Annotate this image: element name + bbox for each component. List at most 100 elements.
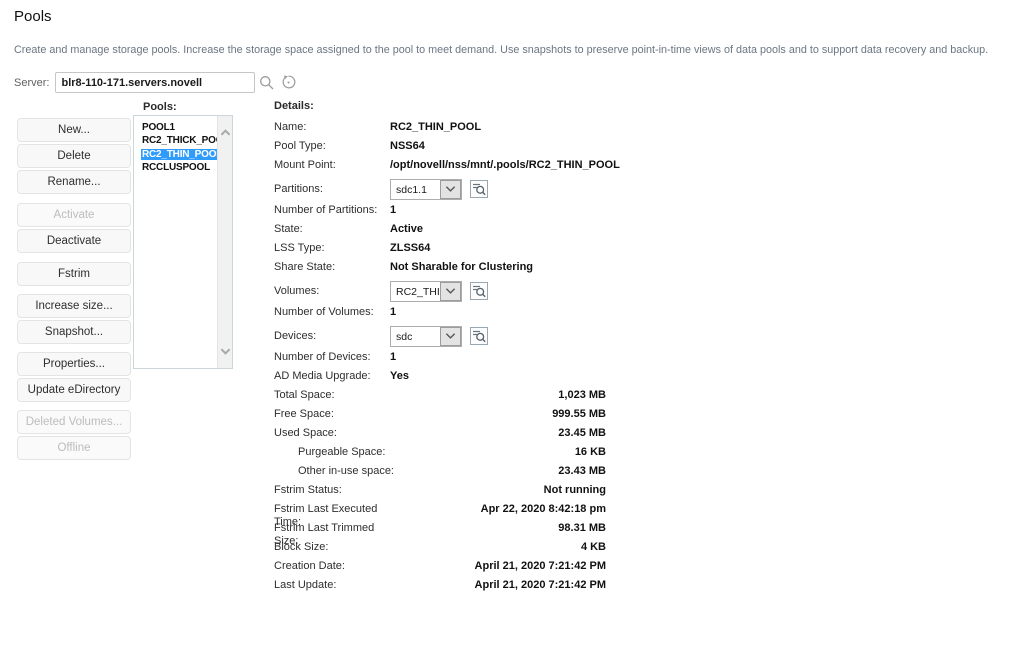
detail-value: 1 bbox=[390, 306, 396, 319]
detail-row-number-of-devices: Number of Devices:1 bbox=[274, 349, 606, 368]
detail-value: ZLSS64 bbox=[390, 242, 430, 255]
volumes-select[interactable]: RC2_THI bbox=[390, 281, 462, 302]
detail-row-partitions: Partitions:sdc1.1 bbox=[274, 176, 606, 202]
detail-row-share-state: Share State:Not Sharable for Clustering bbox=[274, 259, 606, 278]
partitions-selected-value: sdc1.1 bbox=[391, 180, 440, 199]
volumes-control: RC2_THI bbox=[390, 281, 488, 302]
detail-label: Share State: bbox=[274, 261, 390, 274]
detail-row-free-space: Free Space:999.55 MB bbox=[274, 406, 606, 425]
detail-row-purgeable-space: Purgeable Space:16 KB bbox=[274, 444, 606, 463]
detail-label: State: bbox=[274, 223, 390, 236]
server-label: Server: bbox=[14, 77, 49, 89]
detail-value: 98.31 MB bbox=[390, 522, 606, 535]
details-header: Details: bbox=[274, 100, 606, 119]
detail-value: NSS64 bbox=[390, 140, 425, 153]
devices-select[interactable]: sdc bbox=[390, 326, 462, 347]
pool-list-item-rc2-thin-pool[interactable]: RC2_THIN_POOL bbox=[141, 147, 217, 160]
details-rows: Name:RC2_THIN_POOLPool Type:NSS64Mount P… bbox=[274, 119, 606, 596]
partitions-browse-button[interactable] bbox=[470, 180, 488, 198]
action-button-delete[interactable]: Delete bbox=[17, 144, 131, 168]
detail-value: RC2_THIN_POOL bbox=[390, 121, 481, 134]
detail-value: April 21, 2020 7:21:42 PM bbox=[390, 579, 606, 592]
detail-row-mount-point: Mount Point:/opt/novell/nss/mnt/.pools/R… bbox=[274, 157, 606, 176]
pool-list-item-pool1[interactable]: POOL1 bbox=[141, 120, 217, 133]
detail-value: 16 KB bbox=[414, 446, 606, 459]
chevron-down-icon[interactable] bbox=[440, 282, 461, 301]
action-button-rename[interactable]: Rename... bbox=[17, 170, 131, 194]
details-panel: Details: Name:RC2_THIN_POOLPool Type:NSS… bbox=[274, 100, 606, 596]
detail-value: Active bbox=[390, 223, 423, 236]
detail-label: Devices: bbox=[274, 330, 390, 343]
devices-selected-value: sdc bbox=[391, 327, 440, 346]
volumes-browse-button[interactable] bbox=[470, 282, 488, 300]
detail-label: Purgeable Space: bbox=[274, 446, 414, 459]
detail-row-fstrim-last-trimmed-size: Fstrim Last Trimmed Size:98.31 MB bbox=[274, 520, 606, 539]
detail-label: Pool Type: bbox=[274, 140, 390, 153]
action-button-update-edirectory[interactable]: Update eDirectory bbox=[17, 378, 131, 402]
action-button-fstrim[interactable]: Fstrim bbox=[17, 262, 131, 286]
scroll-up-icon[interactable] bbox=[218, 126, 233, 140]
detail-label: Partitions: bbox=[274, 183, 390, 196]
server-row: Server: bbox=[14, 72, 297, 93]
action-button-deleted-volumes: Deleted Volumes... bbox=[17, 410, 131, 434]
detail-value: Not Sharable for Clustering bbox=[390, 261, 533, 274]
detail-value: Apr 22, 2020 8:42:18 pm bbox=[390, 503, 606, 516]
detail-row-number-of-volumes: Number of Volumes:1 bbox=[274, 304, 606, 323]
search-icon[interactable] bbox=[258, 74, 276, 92]
action-button-properties[interactable]: Properties... bbox=[17, 352, 131, 376]
pool-item-label: RC2_THICK_POOL bbox=[141, 135, 217, 146]
detail-row-volumes: Volumes:RC2_THI bbox=[274, 278, 606, 304]
detail-value: 1 bbox=[390, 204, 396, 217]
detail-value: Not running bbox=[390, 484, 606, 497]
detail-value: /opt/novell/nss/mnt/.pools/RC2_THIN_POOL bbox=[390, 159, 620, 172]
partitions-control: sdc1.1 bbox=[390, 179, 488, 200]
detail-row-state: State:Active bbox=[274, 221, 606, 240]
devices-browse-button[interactable] bbox=[470, 327, 488, 345]
detail-value: 23.43 MB bbox=[414, 465, 606, 478]
pool-list-item-rc2-thick-pool[interactable]: RC2_THICK_POOL bbox=[141, 133, 217, 146]
action-button-snapshot[interactable]: Snapshot... bbox=[17, 320, 131, 344]
detail-row-number-of-partitions: Number of Partitions:1 bbox=[274, 202, 606, 221]
detail-row-used-space: Used Space:23.45 MB bbox=[274, 425, 606, 444]
action-buttons: New...DeleteRename...ActivateDeactivateF… bbox=[17, 118, 131, 462]
partitions-select[interactable]: sdc1.1 bbox=[390, 179, 462, 200]
detail-label: Creation Date: bbox=[274, 560, 390, 573]
page-description: Create and manage storage pools. Increas… bbox=[14, 44, 1004, 56]
server-input[interactable] bbox=[55, 72, 255, 93]
pool-list-item-rccluspool[interactable]: RCCLUSPOOL bbox=[141, 160, 217, 173]
pools-listbox[interactable]: POOL1 RC2_THICK_POOLRC2_THIN_POOL RCCLUSPO… bbox=[133, 115, 233, 369]
detail-label: Free Space: bbox=[274, 408, 390, 421]
detail-row-creation-date: Creation Date:April 21, 2020 7:21:42 PM bbox=[274, 558, 606, 577]
detail-row-other-in-use-space: Other in-use space:23.43 MB bbox=[274, 463, 606, 482]
chevron-down-icon[interactable] bbox=[440, 180, 461, 199]
scroll-down-icon[interactable] bbox=[218, 344, 233, 358]
detail-label: Mount Point: bbox=[274, 159, 390, 172]
detail-value: Yes bbox=[390, 370, 409, 383]
detail-label: Fstrim Status: bbox=[274, 484, 390, 497]
detail-label: Last Update: bbox=[274, 579, 390, 592]
detail-label: Volumes: bbox=[274, 285, 390, 298]
detail-label: Block Size: bbox=[274, 541, 390, 554]
detail-label: Other in-use space: bbox=[274, 465, 414, 478]
detail-row-block-size: Block Size:4 KB bbox=[274, 539, 606, 558]
page-title: Pools bbox=[14, 8, 52, 25]
detail-row-devices: Devices:sdc bbox=[274, 323, 606, 349]
detail-row-total-space: Total Space:1,023 MB bbox=[274, 387, 606, 406]
pool-item-label: POOL1 bbox=[141, 122, 176, 133]
detail-value: 1 bbox=[390, 351, 396, 364]
detail-row-last-update: Last Update:April 21, 2020 7:21:42 PM bbox=[274, 577, 606, 596]
pool-item-label: RCCLUSPOOL bbox=[141, 162, 211, 173]
detail-label: Number of Devices: bbox=[274, 351, 390, 364]
pools-list-scrollbar[interactable] bbox=[217, 116, 232, 368]
chevron-down-icon[interactable] bbox=[440, 327, 461, 346]
detail-label: LSS Type: bbox=[274, 242, 390, 255]
detail-value: April 21, 2020 7:21:42 PM bbox=[390, 560, 606, 573]
action-button-new[interactable]: New... bbox=[17, 118, 131, 142]
devices-control: sdc bbox=[390, 326, 488, 347]
detail-label: Used Space: bbox=[274, 427, 390, 440]
detail-row-fstrim-status: Fstrim Status:Not running bbox=[274, 482, 606, 501]
action-button-increase-size[interactable]: Increase size... bbox=[17, 294, 131, 318]
action-button-deactivate[interactable]: Deactivate bbox=[17, 229, 131, 253]
detail-row-ad-media-upgrade: AD Media Upgrade:Yes bbox=[274, 368, 606, 387]
history-icon[interactable] bbox=[279, 74, 297, 92]
